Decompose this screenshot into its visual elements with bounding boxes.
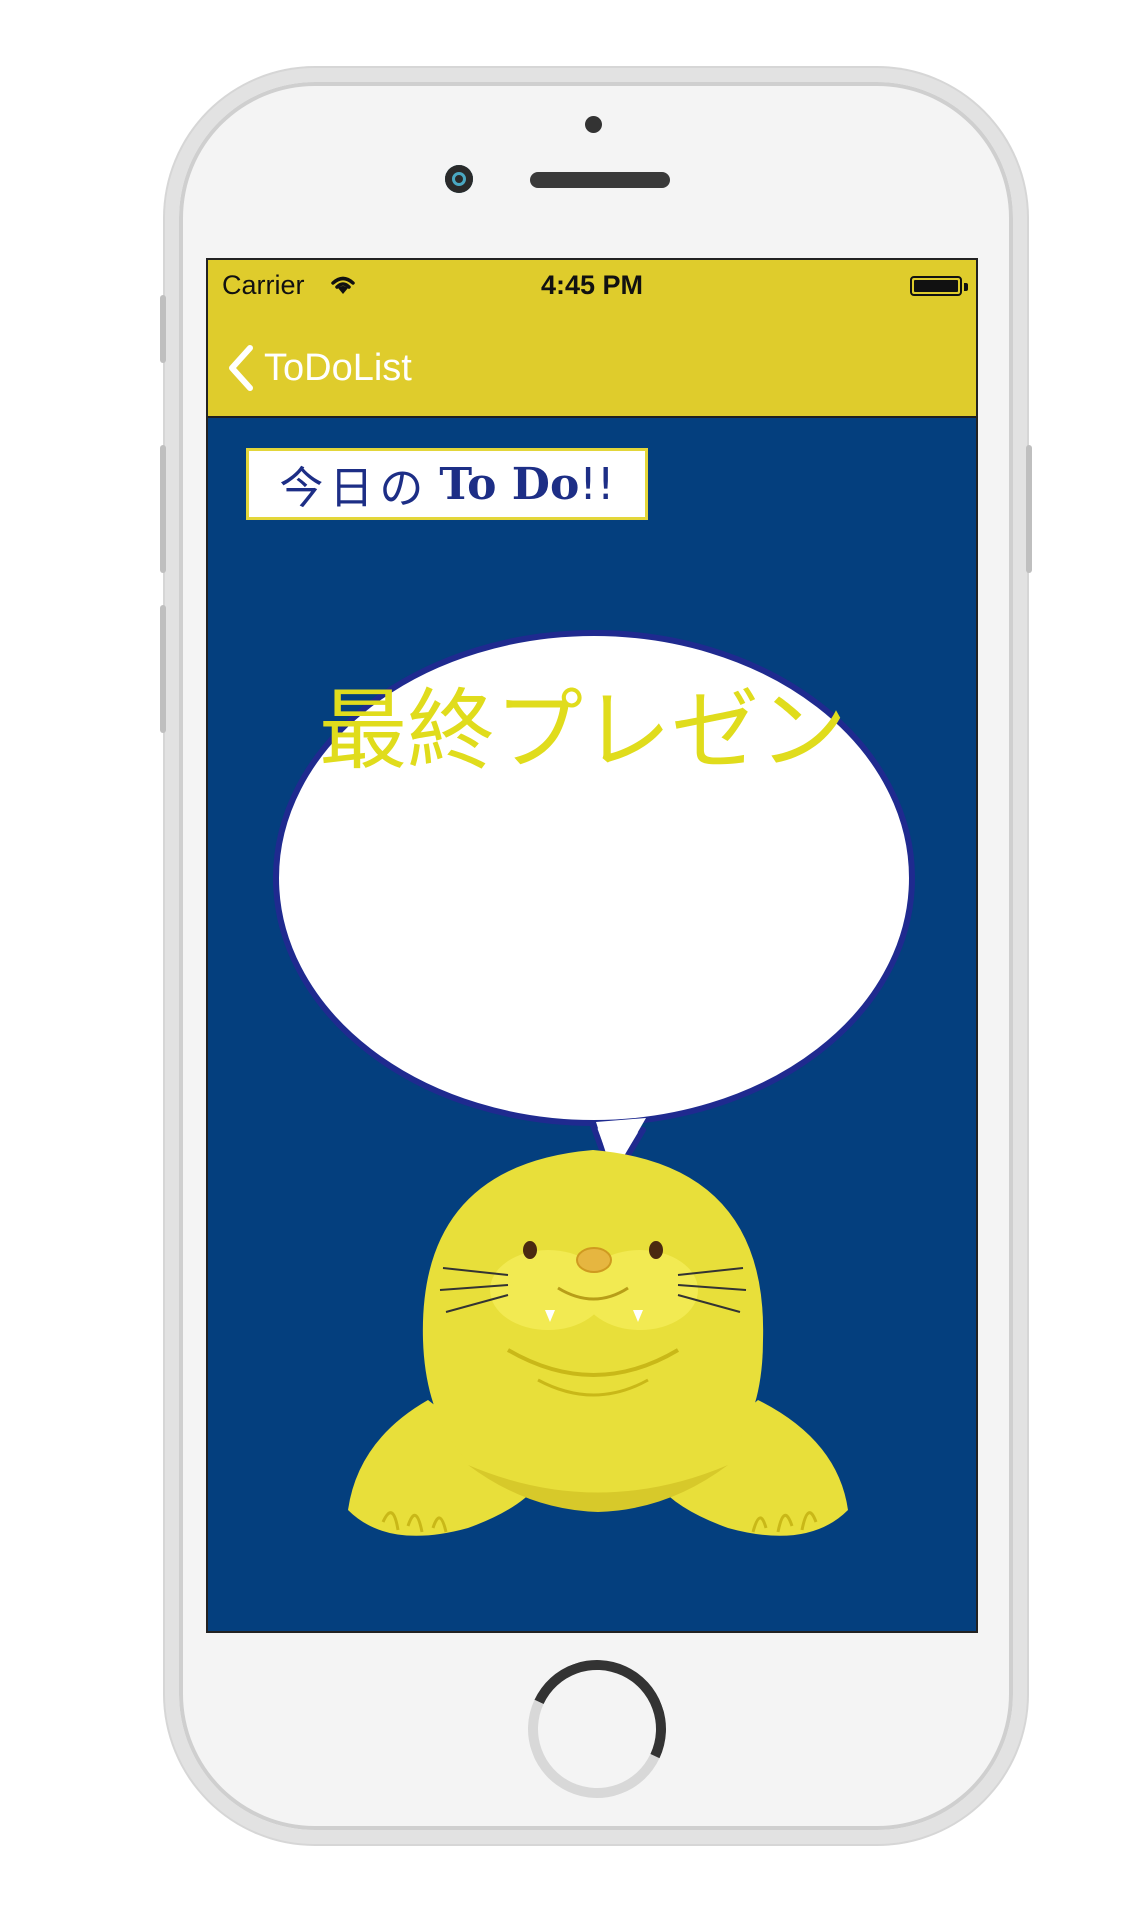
volume-up-button	[160, 445, 166, 573]
proximity-sensor	[585, 116, 602, 133]
volume-down-button	[160, 605, 166, 733]
app-screen: Carrier 4:45 PM ToDoList 今日の To Do !! 最終…	[206, 258, 978, 1633]
bubble-text: 最終プレゼン	[318, 679, 847, 782]
front-camera	[445, 165, 473, 193]
seal-mascot-icon	[348, 1150, 848, 1536]
earpiece-speaker	[530, 172, 670, 188]
illustration	[273, 630, 915, 1536]
power-button	[1026, 445, 1032, 573]
mute-switch	[160, 295, 166, 363]
